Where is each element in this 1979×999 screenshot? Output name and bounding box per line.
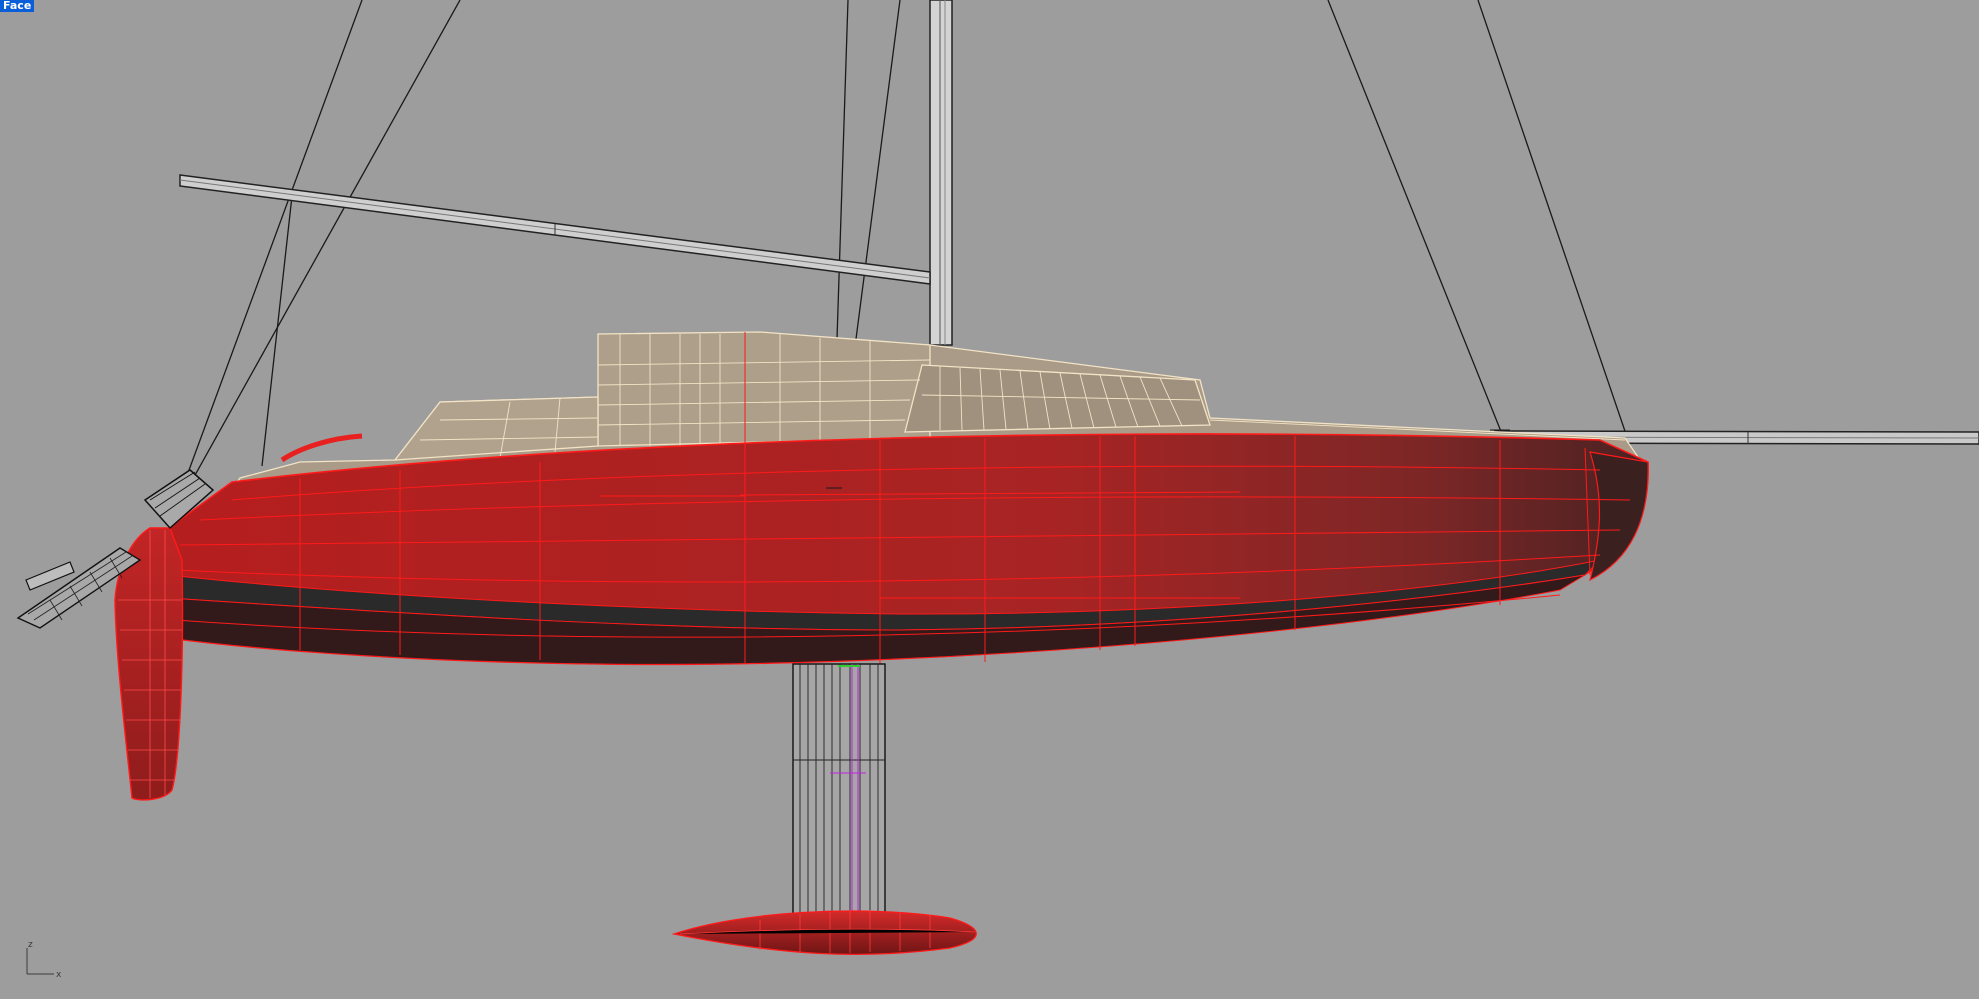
- mast: [929, 0, 953, 346]
- boom: [179, 174, 931, 285]
- axis-gizmo: z x: [26, 940, 62, 980]
- keel-bulb: [671, 910, 977, 956]
- keel-strut: [792, 663, 886, 915]
- sailboat-model-scene[interactable]: z x: [0, 0, 1979, 999]
- axis-z-label: z: [28, 940, 33, 950]
- viewport-title-label[interactable]: Face: [0, 0, 35, 12]
- axis-x-label: x: [56, 970, 62, 980]
- viewport-front[interactable]: z x Face: [0, 0, 1979, 999]
